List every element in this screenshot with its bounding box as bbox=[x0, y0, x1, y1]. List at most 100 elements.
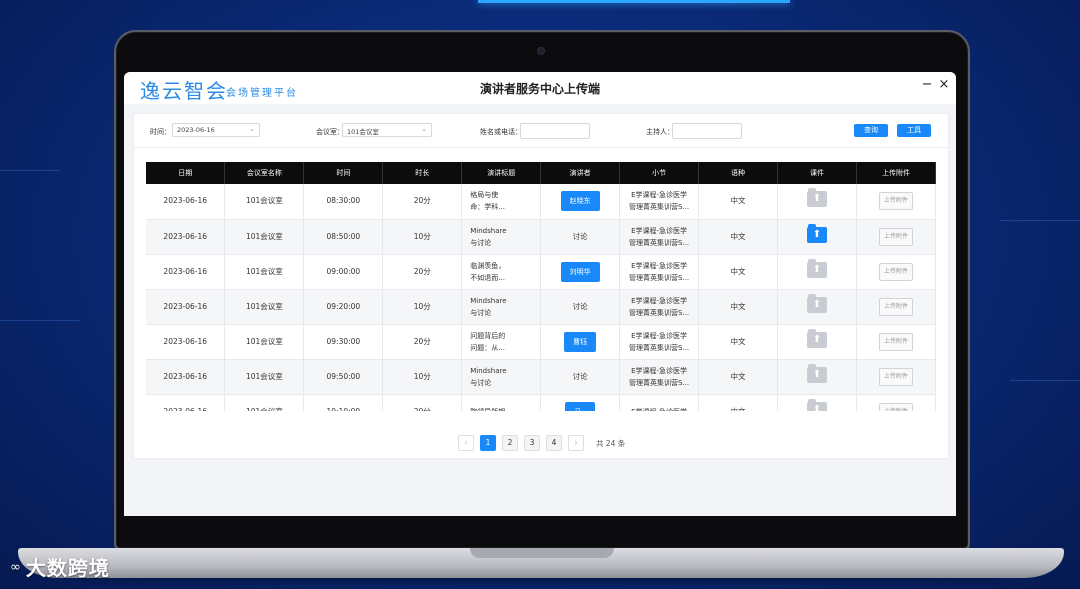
upload-attachment-button[interactable]: 上传附件 bbox=[878, 367, 913, 386]
room-label: 会议室： bbox=[316, 128, 344, 136]
cell-date: 2023-06-16 bbox=[146, 394, 226, 411]
upload-attachment-button[interactable]: 上传附件 bbox=[878, 297, 913, 316]
cell-duration: 10分 bbox=[382, 219, 463, 255]
cell-time: 09:50:00 bbox=[303, 359, 384, 395]
chevron-down-icon: ⌄ bbox=[421, 125, 427, 133]
table-row: 2023-06-16 101会议室 09:30:00 20分 问题背后的 问题：从… bbox=[146, 324, 936, 360]
cell-speaker: 赵晓东 bbox=[540, 184, 621, 220]
cell-section: E学课程-急诊医学 bbox=[619, 394, 700, 412]
cell-section: E学课程-急诊医学 管理菁英集训营S... bbox=[619, 359, 700, 395]
brand-text: 大数跨境 bbox=[25, 556, 110, 580]
topic-line: 与讨论 bbox=[470, 238, 492, 247]
cell-duration: 20分 bbox=[382, 324, 463, 360]
prev-page-button[interactable]: ‹ bbox=[458, 435, 474, 451]
table-row: 2023-06-16 101会议室 09:50:00 10分 Mindshare… bbox=[146, 359, 936, 395]
cell-date: 2023-06-16 bbox=[146, 219, 226, 255]
section-line: 管理菁英集训营S... bbox=[629, 273, 690, 282]
host-input[interactable] bbox=[672, 123, 742, 139]
upload-attachment-button[interactable]: 上传附件 bbox=[878, 192, 913, 211]
close-button[interactable]: × bbox=[937, 78, 951, 92]
column-header: 课件 bbox=[777, 162, 857, 184]
cell-language: 中文 bbox=[698, 394, 778, 411]
cell-date: 2023-06-16 bbox=[146, 254, 226, 290]
tools-button[interactable]: 工具 bbox=[897, 124, 931, 137]
section-line: 管理菁英集训营S... bbox=[629, 238, 690, 247]
speaker-button[interactable]: 赵晓东 bbox=[560, 191, 600, 212]
cell-section: E学课程-急诊医学 管理菁英集训营S... bbox=[619, 184, 700, 220]
total-count: 共 24 条 bbox=[596, 439, 626, 448]
upload-attachment-button[interactable]: 上传附件 bbox=[878, 332, 913, 351]
section-line: E学课程-急诊医学 bbox=[620, 406, 698, 412]
topic-line: 与讨论 bbox=[470, 308, 492, 317]
cell-duration: 10分 bbox=[382, 289, 463, 325]
cell-speaker: 刘明华 bbox=[540, 254, 621, 290]
cell-language: 中文 bbox=[698, 324, 778, 360]
minimize-button[interactable]: − bbox=[920, 78, 934, 92]
title-bar: 逸云智会 会场管理平台 演讲者服务中心上传端 − × bbox=[124, 72, 956, 104]
section-line: E学课程-急诊医学 bbox=[631, 366, 688, 375]
folder-upload-icon[interactable]: ⬆ bbox=[806, 363, 827, 383]
cell-room: 101会议室 bbox=[224, 394, 305, 411]
date-select[interactable]: 2023-06-16 ⌄ bbox=[172, 123, 260, 137]
topic-line: 临渊羡鱼， bbox=[470, 261, 506, 270]
cell-speaker: 曹钰 bbox=[540, 324, 621, 360]
cell-section: E学课程-急诊医学 管理菁英集训营S... bbox=[619, 289, 700, 325]
cell-attachment: 上传附件 bbox=[856, 254, 936, 290]
section-line: E学课程-急诊医学 bbox=[631, 331, 688, 340]
folder-upload-icon[interactable]: ⬆ bbox=[806, 293, 827, 313]
speaker-button[interactable]: 刘明华 bbox=[560, 261, 600, 282]
section-line: 管理菁英集训营S... bbox=[629, 203, 690, 212]
page-button[interactable]: 4 bbox=[546, 435, 562, 451]
folder-upload-icon[interactable]: ⬆ bbox=[806, 328, 827, 348]
name-phone-label: 姓名或电话： bbox=[480, 128, 522, 136]
bg-line bbox=[1000, 220, 1080, 221]
cell-language: 中文 bbox=[698, 184, 778, 220]
cell-room: 101会议室 bbox=[224, 359, 305, 395]
query-button[interactable]: 查询 bbox=[854, 124, 888, 137]
next-page-button[interactable]: › bbox=[568, 435, 584, 451]
cell-topic: Mindshare 与讨论 bbox=[461, 289, 542, 325]
cell-courseware: ⬆ bbox=[777, 219, 857, 255]
top-glow-bar bbox=[478, 0, 790, 3]
cell-section: E学课程-急诊医学 管理菁英集训营S... bbox=[619, 254, 700, 290]
table-row: 2023-06-16 101会议室 09:00:00 20分 临渊羡鱼， 不如退而… bbox=[146, 254, 936, 290]
folder-upload-icon[interactable]: ⬆ bbox=[806, 258, 827, 278]
folder-upload-icon[interactable]: ⬆ bbox=[806, 223, 827, 243]
room-select[interactable]: 101会议室 ⌄ bbox=[342, 123, 432, 137]
topic-line: 格局与使 bbox=[470, 191, 499, 200]
cell-speaker: 讨论 bbox=[540, 289, 621, 325]
cell-attachment: 上传附件 bbox=[856, 289, 936, 325]
column-header: 语种 bbox=[698, 162, 778, 184]
column-header: 演讲者 bbox=[540, 162, 621, 184]
cell-attachment: 上传附件 bbox=[856, 324, 936, 360]
page-button[interactable]: 2 bbox=[502, 435, 518, 451]
section-line: E学课程-急诊医学 bbox=[631, 191, 688, 200]
laptop-notch bbox=[470, 548, 614, 558]
cell-time: 08:50:00 bbox=[303, 219, 384, 255]
cell-attachment: 上传附件 bbox=[856, 359, 936, 395]
cell-date: 2023-06-16 bbox=[146, 359, 226, 395]
cell-speaker: 讨论 bbox=[540, 359, 621, 395]
name-phone-input[interactable] bbox=[520, 123, 590, 139]
folder-upload-icon[interactable]: ⬆ bbox=[806, 188, 827, 208]
infinity-icon: ∞ bbox=[10, 560, 22, 575]
page-button[interactable]: 3 bbox=[524, 435, 540, 451]
folder-upload-icon[interactable]: ⬆ bbox=[806, 398, 827, 411]
topic-line: 院领导所期 bbox=[470, 406, 540, 412]
cell-duration: 20分 bbox=[382, 184, 463, 220]
page-button[interactable]: 1 bbox=[480, 435, 496, 451]
upload-attachment-button[interactable]: 上传附件 bbox=[878, 227, 913, 246]
cell-time: 09:20:00 bbox=[303, 289, 384, 325]
chevron-down-icon: ⌄ bbox=[249, 125, 255, 133]
table-body: 2023-06-16 101会议室 08:30:00 20分 格局与使 命：学科.… bbox=[146, 184, 936, 411]
section-line: E学课程-急诊医学 bbox=[631, 261, 688, 270]
table-row: 2023-06-16 101会议室 08:50:00 10分 Mindshare… bbox=[146, 219, 936, 255]
speaker-button[interactable]: 马.. bbox=[565, 401, 595, 411]
speaker-button[interactable]: 曹钰 bbox=[564, 331, 597, 352]
upload-attachment-button[interactable]: 上传附件 bbox=[878, 262, 913, 281]
upload-attachment-button[interactable]: 上传附件 bbox=[878, 402, 913, 411]
cell-speaker: 马.. bbox=[540, 394, 621, 411]
section-line: E学课程-急诊医学 bbox=[631, 296, 688, 305]
cell-courseware: ⬆ bbox=[777, 324, 857, 360]
topic-line: 不如退而... bbox=[470, 273, 505, 282]
